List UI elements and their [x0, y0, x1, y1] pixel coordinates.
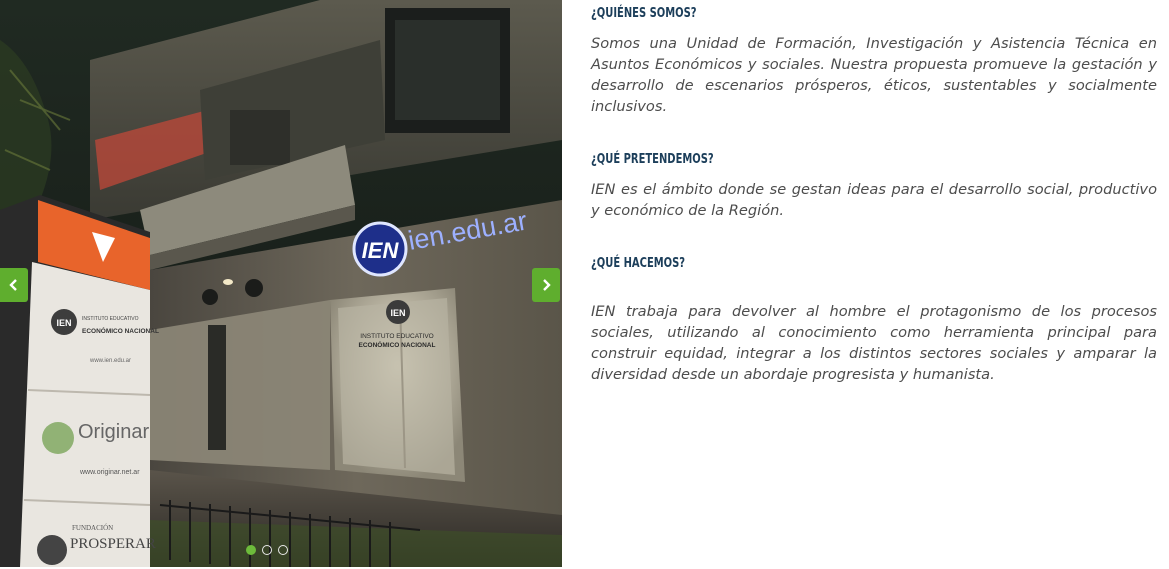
- totem-originar: Originar: [78, 421, 149, 443]
- slider-dot-2[interactable]: [262, 545, 272, 555]
- svg-text:IEN: IEN: [390, 308, 405, 318]
- totem-url: www.ien.edu.ar: [89, 358, 131, 364]
- section-heading: ¿QUIÉNES SOMOS?: [591, 5, 697, 21]
- section-text: IEN trabaja para devolver al hombre el p…: [591, 303, 1157, 383]
- ien-logo-sign: IEN: [362, 238, 400, 263]
- svg-text:IEN: IEN: [56, 318, 71, 328]
- slider-pagination: [246, 545, 288, 555]
- section-heading: ¿QUÉ HACEMOS?: [591, 255, 686, 271]
- slide-photo: IEN INSTITUTO EDUCATIVO ECONÓMICO NACION…: [0, 0, 562, 567]
- chevron-left-icon: [9, 279, 17, 291]
- window-sign-line2: ECONÓMICO NACIONAL: [359, 340, 436, 349]
- totem-inst-line2: ECONÓMICO NACIONAL: [82, 326, 159, 335]
- image-slider: IEN INSTITUTO EDUCATIVO ECONÓMICO NACION…: [0, 0, 562, 567]
- slider-prev-button[interactable]: [0, 268, 28, 302]
- section-heading: ¿QUÉ PRETENDEMOS?: [591, 151, 714, 167]
- section-text: Somos una Unidad de Formación, Investiga…: [591, 35, 1157, 115]
- totem-prosperar: PROSPERAR: [70, 536, 156, 552]
- section-text: IEN es el ámbito donde se gestan ideas p…: [591, 181, 1157, 219]
- totem-fundacion: FUNDACIÓN: [72, 524, 113, 532]
- totem-inst-line1: INSTITUTO EDUCATIVO: [82, 316, 139, 322]
- window-sign-line1: INSTITUTO EDUCATIVO: [360, 333, 433, 340]
- slider-next-button[interactable]: [532, 268, 560, 302]
- slider-dot-3[interactable]: [278, 545, 288, 555]
- chevron-right-icon: [543, 279, 551, 291]
- totem-originar-url: www.originar.net.ar: [79, 469, 140, 476]
- slider-dot-1[interactable]: [246, 545, 256, 555]
